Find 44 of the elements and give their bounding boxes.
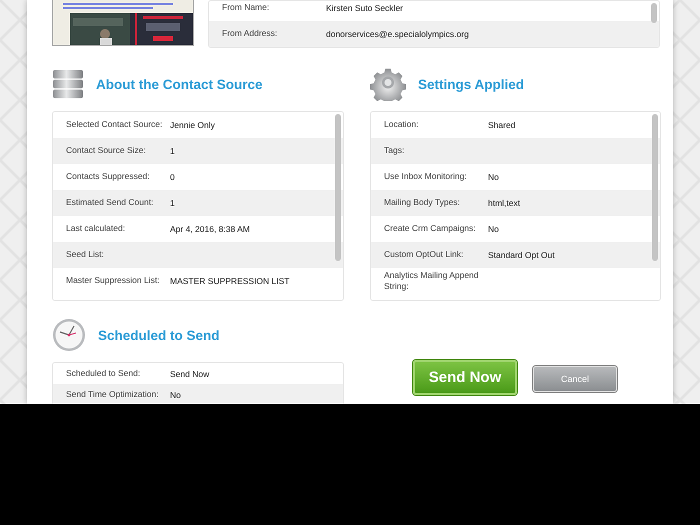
field-value: Standard Opt Out bbox=[488, 250, 555, 260]
scrollbar[interactable] bbox=[652, 114, 658, 261]
field-label: Contact Source Size: bbox=[66, 145, 147, 157]
field-value: Send Now bbox=[170, 368, 210, 378]
field-label: Analytics Mailing Append String: bbox=[384, 270, 480, 293]
clock-icon bbox=[52, 318, 86, 352]
field-value: MASTER SUPPRESSION LIST bbox=[170, 276, 290, 286]
section-title: Scheduled to Send bbox=[98, 328, 220, 342]
field-value: Kirsten Suto Seckler bbox=[326, 3, 404, 13]
field-label: Estimated Send Count: bbox=[66, 197, 154, 209]
field-value: No bbox=[488, 172, 499, 182]
field-label: Create Crm Campaigns: bbox=[384, 223, 477, 235]
cancel-button[interactable]: Cancel bbox=[533, 366, 617, 392]
field-value: 0 bbox=[170, 172, 175, 182]
scrollbar[interactable] bbox=[651, 3, 657, 23]
field-label: Send Time Optimization: bbox=[66, 388, 160, 400]
section-title: Settings Applied bbox=[418, 76, 524, 92]
field-value: donorservices@e.specialolympics.org bbox=[326, 29, 469, 39]
field-value: Apr 4, 2016, 8:38 AM bbox=[170, 224, 250, 234]
field-label: Last calculated: bbox=[66, 223, 126, 235]
section-title: About the Contact Source bbox=[96, 76, 263, 92]
field-label: Contacts Suppressed: bbox=[66, 171, 151, 183]
field-label: Use Inbox Monitoring: bbox=[384, 171, 468, 183]
field-label: Master Suppression List: bbox=[66, 275, 161, 287]
field-value: 1 bbox=[170, 198, 175, 208]
field-label: Custom OptOut Link: bbox=[384, 249, 464, 261]
field-value: No bbox=[488, 224, 499, 234]
field-value: Jennie Only bbox=[170, 120, 215, 130]
field-label: Selected Contact Source: bbox=[66, 119, 164, 131]
scrollbar[interactable] bbox=[335, 114, 341, 261]
field-value: 1 bbox=[170, 146, 175, 156]
field-label: Scheduled to Send: bbox=[66, 368, 142, 380]
field-value: No bbox=[170, 390, 181, 400]
field-label: From Name: bbox=[222, 2, 270, 14]
send-now-button[interactable]: Send Now bbox=[413, 360, 517, 395]
field-label: Tags: bbox=[384, 145, 406, 157]
field-label: From Address: bbox=[222, 28, 278, 40]
field-label: Location: bbox=[384, 119, 420, 131]
field-label: Mailing Body Types: bbox=[384, 197, 461, 209]
gear-icon bbox=[370, 67, 406, 101]
field-value: html,text bbox=[488, 198, 520, 208]
field-label: Seed List: bbox=[66, 249, 105, 261]
field-value: Shared bbox=[488, 120, 516, 130]
database-icon bbox=[52, 69, 84, 99]
